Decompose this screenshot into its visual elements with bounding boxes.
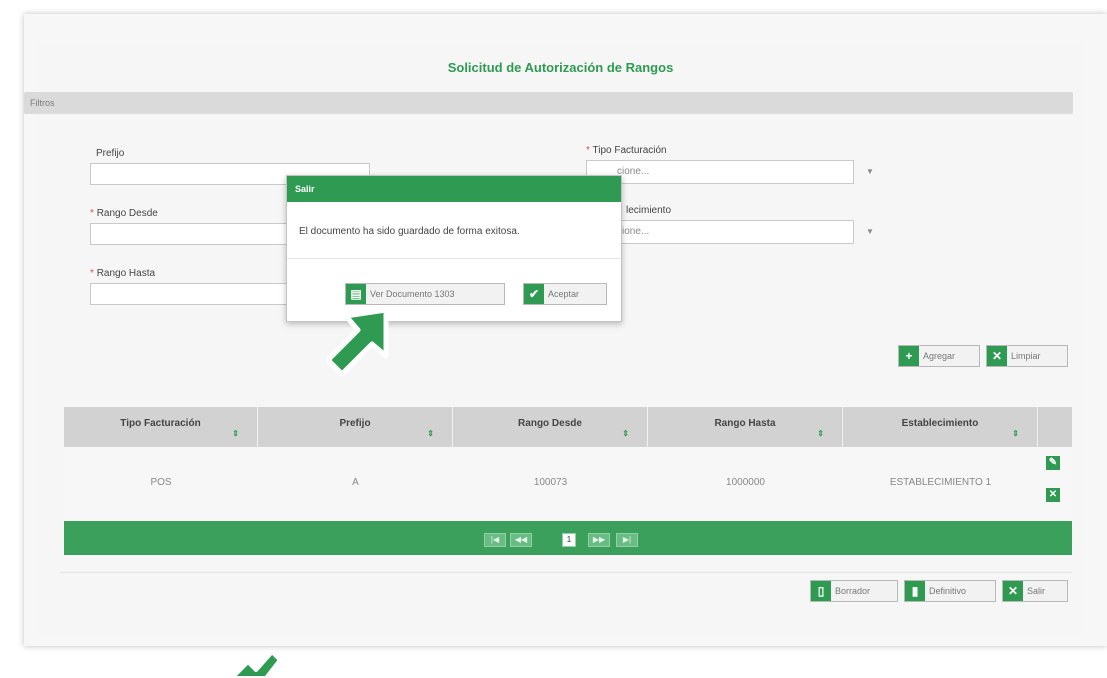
add-icon: +	[899, 346, 919, 366]
pagination-bar: |◀ ◀◀ 1 ▶▶ ▶|	[64, 521, 1072, 555]
tipo-facturacion-label-text: Tipo Facturación	[592, 145, 667, 156]
sort-icon[interactable]: ⇕	[1012, 429, 1019, 438]
add-button[interactable]: + Agregar	[898, 345, 980, 367]
draft-button[interactable]: ▯ Borrador	[810, 580, 898, 602]
clear-button[interactable]: ✕ Limpiar	[986, 345, 1068, 367]
prefijo-label-text: Prefijo	[96, 148, 125, 159]
first-page-button[interactable]: |◀	[484, 533, 506, 547]
footer-divider	[60, 572, 1072, 573]
exit-icon: ✕	[1003, 581, 1023, 601]
rango-desde-label-text: Rango Desde	[96, 208, 158, 219]
table-header: Tipo Facturación ⇕ Prefijo ⇕ Rango Desde…	[64, 407, 1072, 447]
pointer-arrow-icon	[230, 650, 282, 678]
dialog-message: El documento ha sido guardado de forma e…	[299, 226, 520, 237]
establecimiento-label-text: lecimiento	[626, 205, 672, 216]
column-header-establecimiento[interactable]: Establecimiento ⇕	[843, 407, 1038, 447]
check-icon: ✔	[524, 284, 544, 304]
dialog-title: Salir	[287, 176, 621, 202]
column-header-prefijo[interactable]: Prefijo ⇕	[258, 407, 453, 447]
draft-icon: ▯	[811, 581, 831, 601]
draft-button-label: Borrador	[835, 586, 871, 596]
cell-establecimiento: ESTABLECIMIENTO 1	[889, 477, 992, 488]
view-document-label: Ver Documento 1303	[370, 289, 455, 299]
final-button[interactable]: ▮ Definitivo	[904, 580, 996, 602]
next-page-button[interactable]: ▶▶	[588, 533, 610, 547]
cell-hasta: 1000000	[726, 477, 765, 488]
sort-icon[interactable]: ⇕	[232, 429, 239, 438]
tipo-facturacion-label: * Tipo Facturación	[586, 145, 667, 156]
final-icon: ▮	[905, 581, 925, 601]
filters-section-header[interactable]: Filtros	[24, 92, 1073, 114]
column-header-tipo[interactable]: Tipo Facturación ⇕	[64, 407, 258, 447]
required-mark: *	[90, 208, 94, 219]
establecimiento-select[interactable]: cione... ▼	[586, 220, 874, 244]
accept-button-label: Aceptar	[548, 289, 580, 299]
column-title: Tipo Facturación	[120, 418, 201, 429]
column-header-desde[interactable]: Rango Desde ⇕	[453, 407, 648, 447]
cell-tipo: POS	[150, 477, 172, 488]
clear-icon: ✕	[987, 346, 1007, 366]
cell-prefijo: A	[352, 477, 359, 488]
dialog-divider	[287, 258, 621, 259]
rango-desde-label: * Rango Desde	[90, 208, 158, 219]
current-page[interactable]: 1	[562, 533, 576, 547]
prefijo-label: Prefijo	[96, 148, 124, 159]
column-title: Rango Hasta	[714, 418, 776, 429]
table-row[interactable]: POS A 100073 1000000 ESTABLECIMIENTO 1 ✎…	[64, 447, 1072, 521]
chevron-down-icon[interactable]: ▼	[859, 161, 881, 183]
final-button-label: Definitivo	[929, 586, 967, 596]
tipo-facturacion-select[interactable]: cione... ▼	[586, 160, 874, 184]
rango-hasta-label-text: Rango Hasta	[96, 268, 156, 279]
last-page-button[interactable]: ▶|	[616, 533, 638, 547]
required-mark: *	[586, 145, 590, 156]
required-mark: *	[90, 268, 94, 279]
sort-icon[interactable]: ⇕	[817, 429, 824, 438]
clear-button-label: Limpiar	[1011, 351, 1041, 361]
chevron-down-icon[interactable]: ▼	[859, 221, 881, 243]
column-title: Prefijo	[339, 418, 371, 429]
prev-page-button[interactable]: ◀◀	[510, 533, 532, 547]
edit-icon[interactable]: ✎	[1046, 456, 1060, 470]
exit-button[interactable]: ✕ Salir	[1002, 580, 1068, 602]
page-title: Solicitud de Autorización de Rangos	[447, 60, 674, 75]
column-title: Rango Desde	[518, 418, 582, 429]
column-title: Establecimiento	[901, 418, 979, 429]
sort-icon[interactable]: ⇕	[427, 429, 434, 438]
delete-icon[interactable]: ✕	[1046, 488, 1060, 502]
sort-icon[interactable]: ⇕	[622, 429, 629, 438]
cell-desde: 100073	[533, 477, 568, 488]
rango-hasta-label: * Rango Hasta	[90, 268, 155, 279]
add-button-label: Agregar	[923, 351, 956, 361]
exit-button-label: Salir	[1027, 586, 1046, 596]
accept-button[interactable]: ✔ Aceptar	[523, 283, 607, 305]
column-header-hasta[interactable]: Rango Hasta ⇕	[648, 407, 843, 447]
establecimiento-label: lecimiento	[626, 205, 671, 216]
pointer-arrow-icon	[325, 307, 389, 377]
